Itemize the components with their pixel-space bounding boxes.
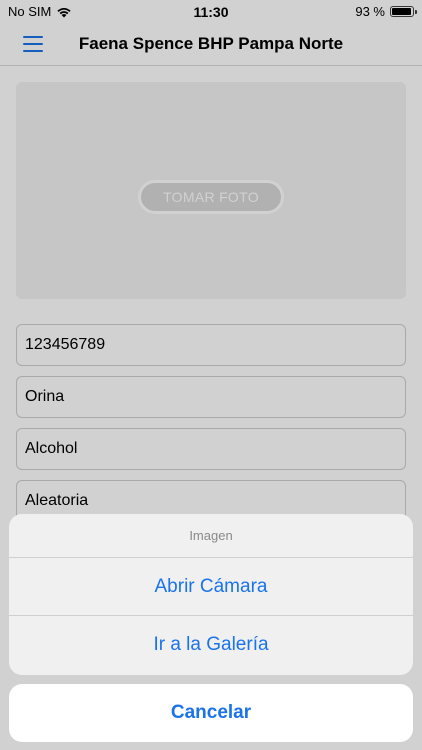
open-camera-button[interactable]: Abrir Cámara [9, 558, 413, 616]
open-gallery-button[interactable]: Ir a la Galería [9, 616, 413, 674]
action-sheet: Imagen Abrir Cámara Ir a la Galería [9, 514, 413, 675]
cancel-button[interactable]: Cancelar [9, 684, 413, 742]
action-sheet-title: Imagen [9, 514, 413, 558]
